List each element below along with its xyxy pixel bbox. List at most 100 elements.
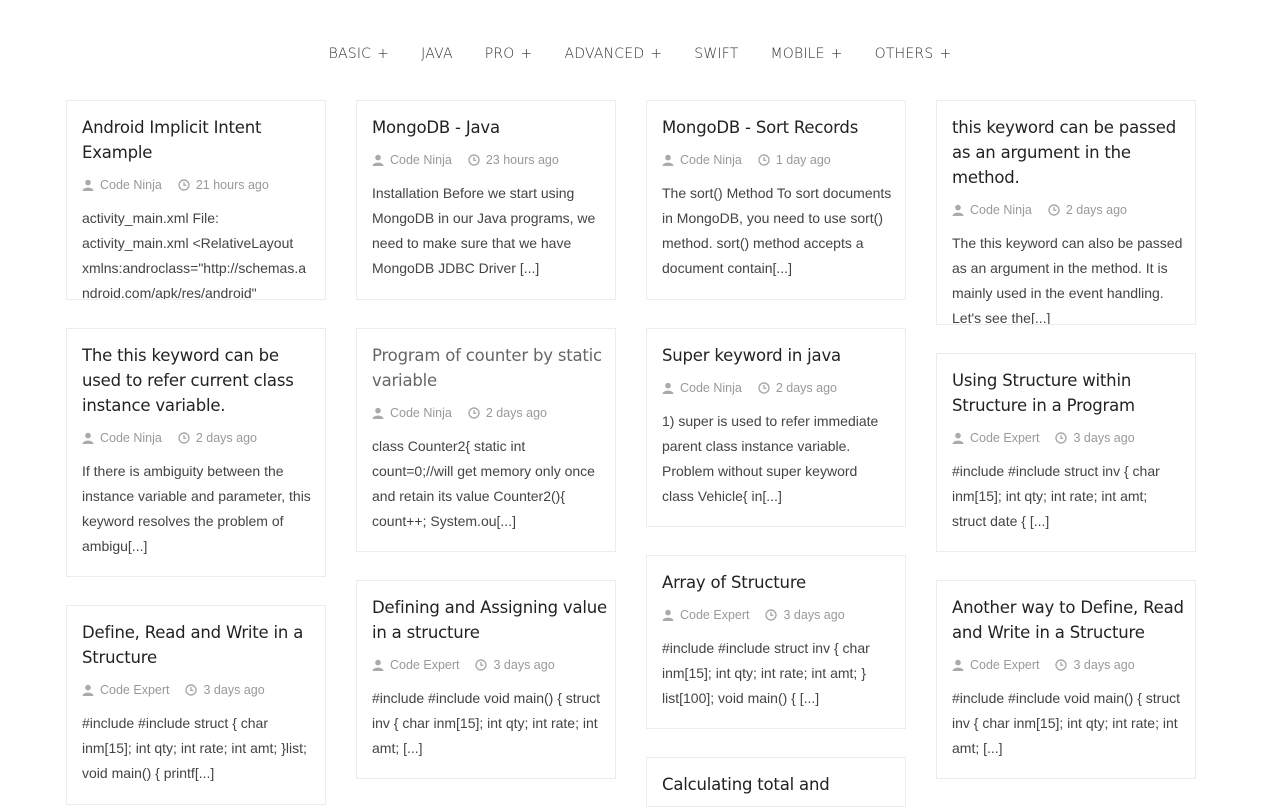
main-nav: BASIC + JAVA PRO + ADVANCED + SWIFT MOBILE +… xyxy=(0,44,1280,64)
post-meta: Code Expert 3 days ago xyxy=(82,680,317,700)
user-icon xyxy=(372,154,384,166)
post-author-link[interactable]: Code Ninja xyxy=(390,406,452,420)
post-card: Array of Structure Code Expert 3 days ago #… xyxy=(646,555,906,729)
post-author-link[interactable]: Code Ninja xyxy=(680,381,742,395)
post-meta: Code Expert 3 days ago xyxy=(952,428,1187,448)
post-meta: Code Expert 3 days ago xyxy=(952,655,1187,675)
post-card-body: Define, Read and Write in a Structure Cod… xyxy=(67,606,325,786)
post-meta: Code Ninja 2 days ago xyxy=(662,378,897,398)
post-excerpt: The sort() Method To sort documents in M… xyxy=(662,185,892,276)
clock-icon xyxy=(468,407,480,419)
post-author-link[interactable]: Code Expert xyxy=(680,608,749,622)
post-title-link[interactable]: Define, Read and Write in a Structure xyxy=(82,620,317,670)
nav-basic[interactable]: BASIC + xyxy=(313,44,405,64)
post-meta: Code Ninja 1 day ago xyxy=(662,150,897,170)
post-time: 2 days ago xyxy=(485,406,548,420)
nav-label: SWIFT xyxy=(694,46,739,62)
post-time: 3 days ago xyxy=(783,608,845,622)
post-card: Define, Read and Write in a Structure Cod… xyxy=(66,605,326,805)
post-card-body: MongoDB - Java Code Ninja 23 hours ago Inst… xyxy=(357,101,615,281)
post-card: MongoDB - Java Code Ninja 23 hours ago Inst… xyxy=(356,100,616,300)
nav-label: BASIC xyxy=(328,46,372,62)
post-time: 1 day ago xyxy=(775,153,831,167)
post-card-body: Defining and Assigning value in a struct… xyxy=(357,581,615,761)
post-meta: Code Ninja 2 days ago xyxy=(82,428,317,448)
post-card: Defining and Assigning value in a struct… xyxy=(356,580,616,779)
nav-label: PRO xyxy=(484,46,515,62)
post-card: MongoDB - Sort Records Code Ninja 1 day ag… xyxy=(646,100,906,300)
expand-plus-icon: + xyxy=(520,46,533,62)
post-title-link[interactable]: Array of Structure xyxy=(662,570,897,595)
post-time: 3 days ago xyxy=(493,658,555,672)
clock-icon xyxy=(765,609,778,621)
post-card-body: this keyword can be passed as an argumen… xyxy=(937,101,1195,324)
post-time: 21 hours ago xyxy=(195,178,269,192)
post-title-link[interactable]: Another way to Define, Read and Write in… xyxy=(952,595,1187,645)
post-title-link[interactable]: Program of counter by static variable xyxy=(372,343,607,393)
user-icon xyxy=(662,382,674,394)
post-meta: Code Ninja 2 days ago xyxy=(372,403,607,423)
post-card-body: Array of Structure Code Expert 3 days ago #… xyxy=(647,556,905,711)
expand-plus-icon: + xyxy=(377,46,390,62)
nav-mobile[interactable]: MOBILE + xyxy=(754,44,858,64)
user-icon xyxy=(82,684,94,696)
post-author-link[interactable]: Code Ninja xyxy=(100,178,162,192)
clock-icon xyxy=(185,684,198,696)
clock-icon xyxy=(758,382,770,394)
post-time: 2 days ago xyxy=(195,431,258,445)
nav-java[interactable]: JAVA xyxy=(405,44,469,64)
nav-label: ADVANCED xyxy=(564,46,645,62)
post-time: 23 hours ago xyxy=(485,153,559,167)
user-icon xyxy=(372,407,384,419)
post-author-link[interactable]: Code Ninja xyxy=(100,431,162,445)
post-card: The this keyword can be used to refer cu… xyxy=(66,328,326,577)
post-title-link[interactable]: MongoDB - Java xyxy=(372,115,607,140)
post-author-link[interactable]: Code Expert xyxy=(390,658,459,672)
nav-swift[interactable]: SWIFT xyxy=(678,44,754,64)
post-time: 3 days ago xyxy=(1073,658,1135,672)
post-card: Android Implicit Intent Example Code Ninj… xyxy=(66,100,326,300)
user-icon xyxy=(952,432,964,444)
post-author-link[interactable]: Code Ninja xyxy=(970,203,1032,217)
post-title-link[interactable]: Defining and Assigning value in a struct… xyxy=(372,595,607,645)
post-card: Program of counter by static variable Cod… xyxy=(356,328,616,552)
post-meta: Code Ninja 23 hours ago xyxy=(372,150,607,170)
post-card-body: Program of counter by static variable Cod… xyxy=(357,329,615,534)
post-title-link[interactable]: Super keyword in java xyxy=(662,343,897,368)
nav-others[interactable]: OTHERS + xyxy=(859,44,968,64)
post-card: Using Structure within Structure in a Pr… xyxy=(936,353,1196,552)
post-time: 2 days ago xyxy=(1065,203,1128,217)
post-author-link[interactable]: Code Ninja xyxy=(390,153,452,167)
post-author-link[interactable]: Code Expert xyxy=(100,683,169,697)
post-title-link[interactable]: Calculating total and xyxy=(662,772,897,797)
post-time: 3 days ago xyxy=(1073,431,1135,445)
post-card-body: The this keyword can be used to refer cu… xyxy=(67,329,325,559)
post-excerpt: #include #include struct inv { char inm[… xyxy=(952,463,1160,529)
post-title-link[interactable]: Android Implicit Intent Example xyxy=(82,115,317,165)
post-title-link[interactable]: The this keyword can be used to refer cu… xyxy=(82,343,317,418)
expand-plus-icon: + xyxy=(939,46,952,62)
clock-icon xyxy=(758,154,770,166)
post-card-body: Another way to Define, Read and Write in… xyxy=(937,581,1195,761)
post-meta: Code Ninja 21 hours ago xyxy=(82,175,317,195)
clock-icon xyxy=(1055,432,1068,444)
post-time: 2 days ago xyxy=(775,381,838,395)
post-card-body: Super keyword in java Code Ninja 2 days ag… xyxy=(647,329,905,509)
user-icon xyxy=(662,609,674,621)
post-title-link[interactable]: Using Structure within Structure in a Pr… xyxy=(952,368,1187,418)
post-title-link[interactable]: this keyword can be passed as an argumen… xyxy=(952,115,1187,190)
post-excerpt: #include #include void main() { struct i… xyxy=(952,690,1181,756)
post-excerpt: #include #include struct inv { char inm[… xyxy=(662,640,870,706)
post-title-link[interactable]: MongoDB - Sort Records xyxy=(662,115,897,140)
expand-plus-icon: + xyxy=(830,46,843,62)
post-author-link[interactable]: Code Expert xyxy=(970,658,1039,672)
post-meta: Code Expert 3 days ago xyxy=(662,605,897,625)
nav-advanced[interactable]: ADVANCED + xyxy=(548,44,678,64)
nav-pro[interactable]: PRO + xyxy=(469,44,549,64)
post-excerpt: #include #include void main() { struct i… xyxy=(372,690,601,756)
post-card-body: Android Implicit Intent Example Code Ninj… xyxy=(67,101,325,299)
post-author-link[interactable]: Code Ninja xyxy=(680,153,742,167)
post-meta: Code Ninja 2 days ago xyxy=(952,200,1187,220)
post-author-link[interactable]: Code Expert xyxy=(970,431,1039,445)
post-card-body: Calculating total and xyxy=(647,758,905,797)
